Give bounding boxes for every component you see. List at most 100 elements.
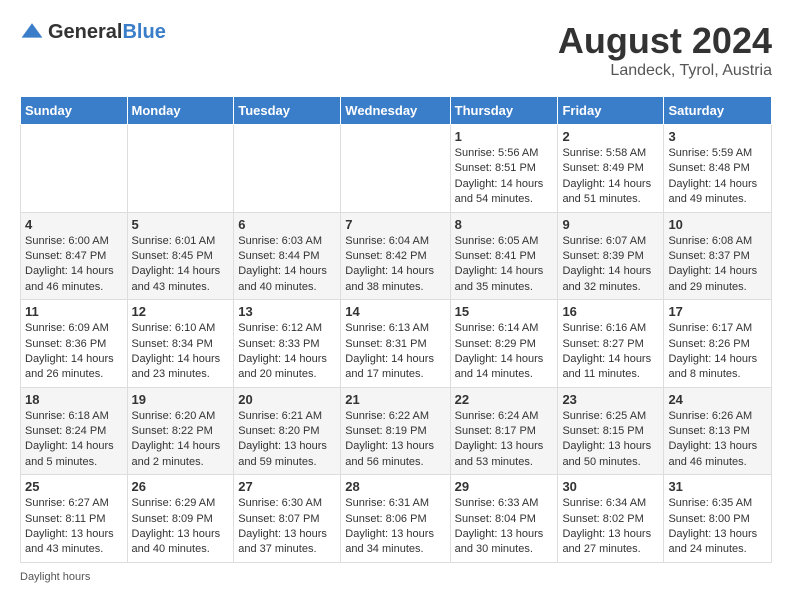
calendar-cell bbox=[127, 125, 234, 213]
day-number: 19 bbox=[132, 392, 230, 407]
day-info: Sunrise: 6:29 AM Sunset: 8:09 PM Dayligh… bbox=[132, 496, 230, 558]
calendar-cell: 2 Sunrise: 5:58 AM Sunset: 8:49 PM Daylig… bbox=[558, 125, 664, 213]
week-row-1: 1 Sunrise: 5:56 AM Sunset: 8:51 PM Daylig… bbox=[21, 125, 772, 213]
day-info: Sunrise: 6:03 AM Sunset: 8:44 PM Dayligh… bbox=[238, 234, 336, 296]
logo-general: General bbox=[48, 21, 122, 43]
day-info: Sunrise: 6:14 AM Sunset: 8:29 PM Dayligh… bbox=[455, 321, 554, 383]
day-number: 15 bbox=[455, 304, 554, 319]
day-number: 13 bbox=[238, 304, 336, 319]
calendar-cell: 10 Sunrise: 6:08 AM Sunset: 8:37 PM Dayli… bbox=[664, 212, 772, 300]
calendar-cell: 25Sunrise: 6:27 AM Sunset: 8:11 PM Dayli… bbox=[21, 475, 128, 563]
calendar-cell: 14 Sunrise: 6:13 AM Sunset: 8:31 PM Dayli… bbox=[341, 300, 450, 388]
day-info: Sunrise: 6:25 AM Sunset: 8:15 PM Dayligh… bbox=[562, 409, 659, 471]
calendar-cell bbox=[234, 125, 341, 213]
calendar-cell: 29Sunrise: 6:33 AM Sunset: 8:04 PM Dayli… bbox=[450, 475, 558, 563]
day-info: Sunrise: 6:09 AM Sunset: 8:36 PM Dayligh… bbox=[25, 321, 123, 383]
calendar-cell: 27 Sunrise: 6:30 AM Sunset: 8:07 PM Dayli… bbox=[234, 475, 341, 563]
day-info: Sunrise: 6:21 AM Sunset: 8:20 PM Dayligh… bbox=[238, 409, 336, 471]
day-number: 10 bbox=[668, 217, 767, 232]
day-info: Sunrise: 6:24 AM Sunset: 8:17 PM Dayligh… bbox=[455, 409, 554, 471]
day-info: Sunrise: 6:07 AM Sunset: 8:39 PM Dayligh… bbox=[562, 234, 659, 296]
calendar-cell: 19 Sunrise: 6:20 AM Sunset: 8:22 PM Dayli… bbox=[127, 387, 234, 475]
day-info: Sunrise: 6:12 AM Sunset: 8:33 PM Dayligh… bbox=[238, 321, 336, 383]
day-of-week-friday: Friday bbox=[558, 97, 664, 125]
calendar-cell: 3 Sunrise: 5:59 AM Sunset: 8:48 PM Daylig… bbox=[664, 125, 772, 213]
day-info: Sunrise: 6:13 AM Sunset: 8:31 PM Dayligh… bbox=[345, 321, 445, 383]
day-info: Sunrise: 6:26 AM Sunset: 8:13 PM Dayligh… bbox=[668, 409, 767, 471]
day-info: Sunrise: 6:18 AM Sunset: 8:24 PM Dayligh… bbox=[25, 409, 123, 471]
day-info: Sunrise: 6:05 AM Sunset: 8:41 PM Dayligh… bbox=[455, 234, 554, 296]
day-info: Sunrise: 6:31 AM Sunset: 8:06 PM Dayligh… bbox=[345, 496, 445, 558]
calendar-header: SundayMondayTuesdayWednesdayThursdayFrid… bbox=[21, 97, 772, 125]
day-of-week-thursday: Thursday bbox=[450, 97, 558, 125]
day-number: 20 bbox=[238, 392, 336, 407]
day-number: 4 bbox=[25, 217, 123, 232]
day-info: Sunrise: 5:58 AM Sunset: 8:49 PM Dayligh… bbox=[562, 146, 659, 208]
day-info: Sunrise: 5:59 AM Sunset: 8:48 PM Dayligh… bbox=[668, 146, 767, 208]
calendar-cell: 13 Sunrise: 6:12 AM Sunset: 8:33 PM Dayli… bbox=[234, 300, 341, 388]
day-number: 18 bbox=[25, 392, 123, 407]
calendar-cell: 11 Sunrise: 6:09 AM Sunset: 8:36 PM Dayli… bbox=[21, 300, 128, 388]
day-number: 30 bbox=[562, 479, 659, 494]
day-info: Sunrise: 6:04 AM Sunset: 8:42 PM Dayligh… bbox=[345, 234, 445, 296]
day-of-week-monday: Monday bbox=[127, 97, 234, 125]
calendar-cell: 1 Sunrise: 5:56 AM Sunset: 8:51 PM Daylig… bbox=[450, 125, 558, 213]
day-info: Sunrise: 6:00 AM Sunset: 8:47 PM Dayligh… bbox=[25, 234, 123, 296]
calendar-cell: 28Sunrise: 6:31 AM Sunset: 8:06 PM Dayli… bbox=[341, 475, 450, 563]
calendar-cell: 18 Sunrise: 6:18 AM Sunset: 8:24 PM Dayli… bbox=[21, 387, 128, 475]
day-number: 16 bbox=[562, 304, 659, 319]
day-number: 1 bbox=[455, 129, 554, 144]
calendar-cell: 26 Sunrise: 6:29 AM Sunset: 8:09 PM Dayli… bbox=[127, 475, 234, 563]
logo-blue: Blue bbox=[122, 21, 165, 43]
days-of-week-row: SundayMondayTuesdayWednesdayThursdayFrid… bbox=[21, 97, 772, 125]
day-info: Sunrise: 6:33 AM Sunset: 8:04 PM Dayligh… bbox=[455, 496, 554, 558]
location: Landeck, Tyrol, Austria bbox=[558, 62, 772, 80]
day-number: 6 bbox=[238, 217, 336, 232]
month-year: August 2024 bbox=[558, 20, 772, 62]
day-info: Sunrise: 6:08 AM Sunset: 8:37 PM Dayligh… bbox=[668, 234, 767, 296]
day-number: 26 bbox=[132, 479, 230, 494]
day-number: 21 bbox=[345, 392, 445, 407]
day-info: Sunrise: 6:35 AM Sunset: 8:00 PM Dayligh… bbox=[668, 496, 767, 558]
day-info: Sunrise: 6:01 AM Sunset: 8:45 PM Dayligh… bbox=[132, 234, 230, 296]
day-number: 31 bbox=[668, 479, 767, 494]
calendar-cell: 22 Sunrise: 6:24 AM Sunset: 8:17 PM Dayli… bbox=[450, 387, 558, 475]
calendar-cell: 20 Sunrise: 6:21 AM Sunset: 8:20 PM Dayli… bbox=[234, 387, 341, 475]
week-row-5: 25Sunrise: 6:27 AM Sunset: 8:11 PM Dayli… bbox=[21, 475, 772, 563]
day-number: 3 bbox=[668, 129, 767, 144]
day-number: 8 bbox=[455, 217, 554, 232]
day-of-week-wednesday: Wednesday bbox=[341, 97, 450, 125]
day-number: 7 bbox=[345, 217, 445, 232]
day-of-week-tuesday: Tuesday bbox=[234, 97, 341, 125]
calendar-cell: 23 Sunrise: 6:25 AM Sunset: 8:15 PM Dayli… bbox=[558, 387, 664, 475]
day-number: 9 bbox=[562, 217, 659, 232]
day-of-week-saturday: Saturday bbox=[664, 97, 772, 125]
week-row-2: 4 Sunrise: 6:00 AM Sunset: 8:47 PM Daylig… bbox=[21, 212, 772, 300]
day-info: Sunrise: 6:34 AM Sunset: 8:02 PM Dayligh… bbox=[562, 496, 659, 558]
calendar-body: 1 Sunrise: 5:56 AM Sunset: 8:51 PM Daylig… bbox=[21, 125, 772, 563]
calendar-cell: 7 Sunrise: 6:04 AM Sunset: 8:42 PM Daylig… bbox=[341, 212, 450, 300]
day-number: 12 bbox=[132, 304, 230, 319]
day-number: 23 bbox=[562, 392, 659, 407]
day-number: 22 bbox=[455, 392, 554, 407]
day-of-week-sunday: Sunday bbox=[21, 97, 128, 125]
calendar-cell bbox=[341, 125, 450, 213]
logo: GeneralBlue bbox=[20, 20, 166, 44]
day-number: 2 bbox=[562, 129, 659, 144]
day-info: Sunrise: 6:20 AM Sunset: 8:22 PM Dayligh… bbox=[132, 409, 230, 471]
day-info: Sunrise: 6:27 AM Sunset: 8:11 PM Dayligh… bbox=[25, 496, 123, 558]
day-number: 14 bbox=[345, 304, 445, 319]
calendar-cell: 8 Sunrise: 6:05 AM Sunset: 8:41 PM Daylig… bbox=[450, 212, 558, 300]
day-info: Sunrise: 6:22 AM Sunset: 8:19 PM Dayligh… bbox=[345, 409, 445, 471]
calendar-cell: 24 Sunrise: 6:26 AM Sunset: 8:13 PM Dayli… bbox=[664, 387, 772, 475]
day-number: 27 bbox=[238, 479, 336, 494]
calendar-cell: 21 Sunrise: 6:22 AM Sunset: 8:19 PM Dayli… bbox=[341, 387, 450, 475]
calendar-cell: 6 Sunrise: 6:03 AM Sunset: 8:44 PM Daylig… bbox=[234, 212, 341, 300]
day-number: 11 bbox=[25, 304, 123, 319]
day-number: 5 bbox=[132, 217, 230, 232]
day-info: Sunrise: 6:30 AM Sunset: 8:07 PM Dayligh… bbox=[238, 496, 336, 558]
day-number: 24 bbox=[668, 392, 767, 407]
day-info: Sunrise: 5:56 AM Sunset: 8:51 PM Dayligh… bbox=[455, 146, 554, 208]
calendar-cell: 31 Sunrise: 6:35 AM Sunset: 8:00 PM Dayli… bbox=[664, 475, 772, 563]
page-header: GeneralBlue August 2024 Landeck, Tyrol, … bbox=[20, 20, 772, 80]
